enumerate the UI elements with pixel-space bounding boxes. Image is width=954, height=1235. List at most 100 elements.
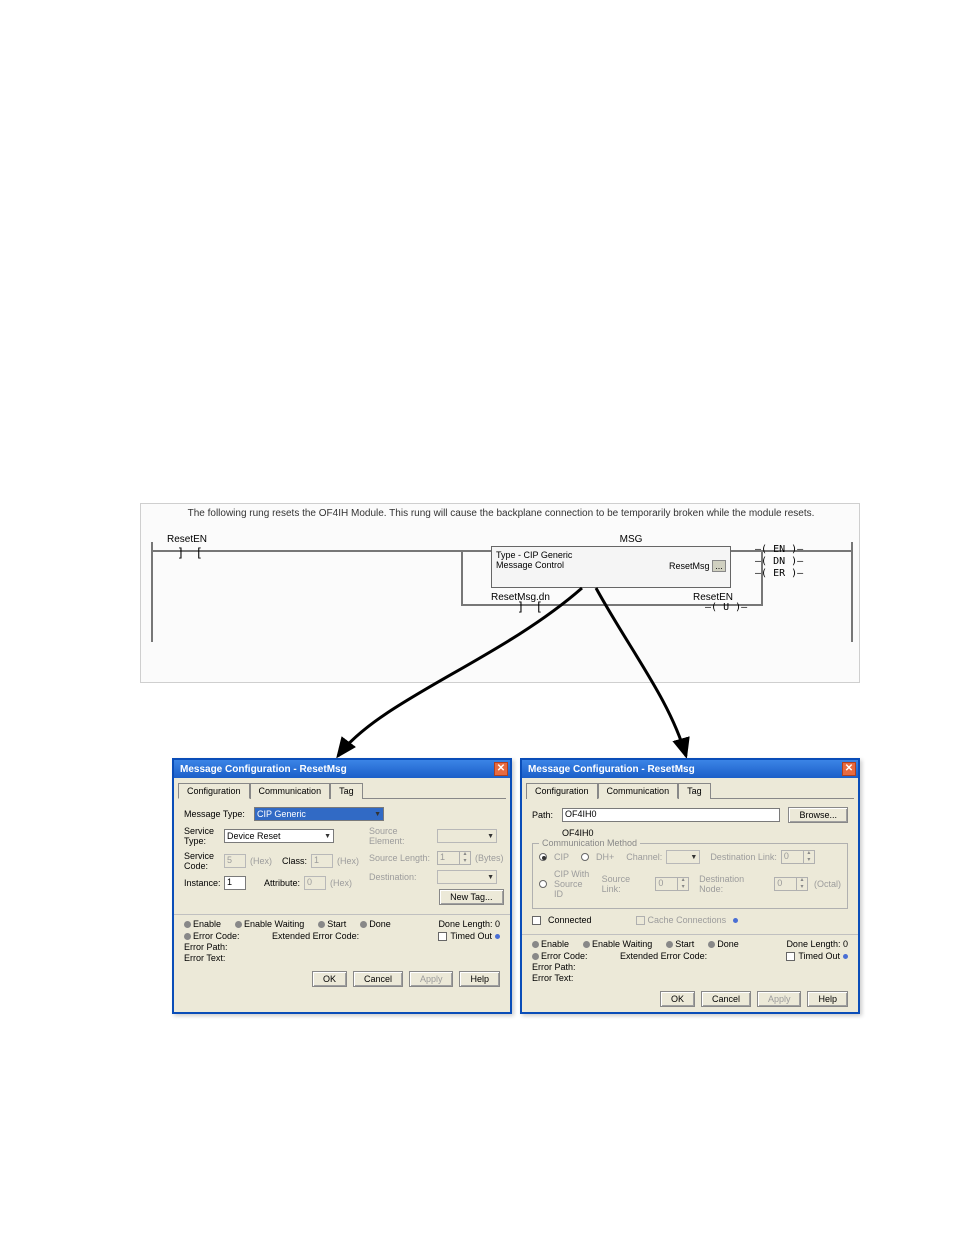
power-rail-right [851, 542, 853, 642]
class-label: Class: [282, 856, 307, 866]
done-length: Done Length: 0 [786, 939, 848, 949]
dialog-title: Message Configuration - ResetMsg [180, 764, 347, 775]
hex-label: (Hex) [337, 856, 359, 866]
tab-tag[interactable]: Tag [330, 783, 363, 799]
close-icon[interactable]: ✕ [842, 762, 856, 776]
msg-instruction[interactable]: Type - CIP Generic Message Control Reset… [491, 546, 731, 588]
channel-label: Channel: [626, 852, 662, 862]
changed-indicator-icon [843, 954, 848, 959]
status-led [235, 921, 242, 928]
msg-tag: ResetMsg [669, 561, 710, 571]
close-icon[interactable]: ✕ [494, 762, 508, 776]
timed-out-checkbox[interactable] [438, 932, 447, 941]
rung-comment: The following rung resets the OF4IH Modu… [181, 508, 821, 519]
status-led [532, 953, 539, 960]
service-code-label: Service Code: [184, 851, 220, 871]
attribute-label: Attribute: [264, 878, 300, 888]
channel-combo: ▼ [666, 850, 700, 864]
instance-label: Instance: [184, 878, 220, 888]
path-label: Path: [532, 810, 558, 820]
source-link-label: Source Link: [602, 874, 652, 894]
msg-type-line: Type - CIP Generic [496, 550, 726, 560]
dhplus-radio [581, 853, 589, 861]
cancel-button[interactable]: Cancel [353, 971, 403, 987]
branch-wire [461, 550, 463, 606]
apply-button[interactable]: Apply [409, 971, 454, 987]
status-led [583, 941, 590, 948]
changed-indicator-icon [733, 918, 738, 923]
source-link-spin: 0 [655, 877, 689, 891]
tab-communication[interactable]: Communication [250, 783, 331, 799]
status-row: Enable Enable Waiting Start Done Done Le… [522, 934, 858, 949]
message-config-dialog-communication: Message Configuration - ResetMsg ✕ Confi… [520, 758, 860, 1014]
tab-configuration[interactable]: Configuration [178, 783, 250, 799]
destination-label: Destination: [369, 872, 433, 882]
connected-label: Connected [548, 915, 592, 925]
cip-radio [539, 853, 547, 861]
dialog-title: Message Configuration - ResetMsg [528, 764, 695, 775]
xic-tag: ResetEN [167, 534, 207, 545]
status-led [666, 941, 673, 948]
msg-config-button[interactable]: ... [712, 560, 726, 572]
done-length: Done Length: 0 [438, 919, 500, 929]
bytes-label: (Bytes) [475, 853, 504, 863]
new-tag-button[interactable]: New Tag... [439, 889, 503, 905]
source-length-label: Source Length: [369, 853, 433, 863]
source-element-combo: ▼ [437, 829, 497, 843]
connected-checkbox[interactable] [532, 916, 541, 925]
status-led [360, 921, 367, 928]
branch-wire [761, 550, 763, 606]
error-rows: Error Code: Extended Error Code: Error P… [522, 949, 858, 987]
browse-button[interactable]: Browse... [788, 807, 848, 823]
message-type-label: Message Type: [184, 809, 250, 819]
ok-button[interactable]: OK [660, 991, 695, 1007]
attribute-input: 0 [304, 876, 326, 890]
dest-link-label: Destination Link: [710, 852, 777, 862]
msg-header: MSG [601, 534, 661, 545]
service-code-input: 5 [224, 854, 246, 868]
dialog-tabs: Configuration Communication Tag [526, 782, 854, 799]
class-input: 1 [311, 854, 333, 868]
message-config-dialog-configuration: Message Configuration - ResetMsg ✕ Confi… [172, 758, 512, 1014]
status-led [184, 933, 191, 940]
destination-combo: ▼ [437, 870, 497, 884]
tab-tag[interactable]: Tag [678, 783, 711, 799]
ladder-rung: The following rung resets the OF4IH Modu… [140, 503, 860, 683]
hex-label: (Hex) [330, 878, 352, 888]
source-length-spin: 1 [437, 851, 471, 865]
dialog-tabs: Configuration Communication Tag [178, 782, 506, 799]
cancel-button[interactable]: Cancel [701, 991, 751, 1007]
dialog-titlebar[interactable]: Message Configuration - ResetMsg ✕ [174, 760, 510, 778]
comm-method-title: Communication Method [539, 838, 640, 848]
apply-button[interactable]: Apply [757, 991, 802, 1007]
dialog-titlebar[interactable]: Message Configuration - ResetMsg ✕ [522, 760, 858, 778]
help-button[interactable]: Help [807, 991, 848, 1007]
dialog-buttons: OK Cancel Apply Help [522, 987, 858, 1013]
ok-button[interactable]: OK [312, 971, 347, 987]
hex-label: (Hex) [250, 856, 272, 866]
path-echo: OF4IH0 [562, 828, 594, 838]
status-led [532, 941, 539, 948]
dest-node-spin: 0 [774, 877, 808, 891]
service-type-label: Service Type: [184, 826, 220, 846]
octal-label: (Octal) [814, 879, 841, 889]
path-input[interactable]: OF4IH0 [562, 808, 780, 822]
message-type-combo[interactable]: CIP Generic▼ [254, 807, 384, 821]
instance-input[interactable]: 1 [224, 876, 246, 890]
branch-unlatch-coil: —( U )— [705, 602, 747, 613]
dest-node-label: Destination Node: [699, 874, 770, 894]
status-led [318, 921, 325, 928]
comm-panel: Path: OF4IH0 Browse... OF4IH0 Communicat… [522, 799, 858, 934]
status-led [184, 921, 191, 928]
source-element-label: Source Element: [369, 826, 433, 846]
timed-out-checkbox[interactable] [786, 952, 795, 961]
power-rail-left [151, 542, 153, 642]
tab-configuration[interactable]: Configuration [526, 783, 598, 799]
status-led [708, 941, 715, 948]
comm-method-group: Communication Method CIP DH+ Channel: ▼ … [532, 843, 848, 909]
service-type-combo[interactable]: Device Reset▼ [224, 829, 334, 843]
tab-communication[interactable]: Communication [598, 783, 679, 799]
error-rows: Error Code: Extended Error Code: Error P… [174, 929, 510, 967]
dest-link-spin: 0 [781, 850, 815, 864]
help-button[interactable]: Help [459, 971, 500, 987]
